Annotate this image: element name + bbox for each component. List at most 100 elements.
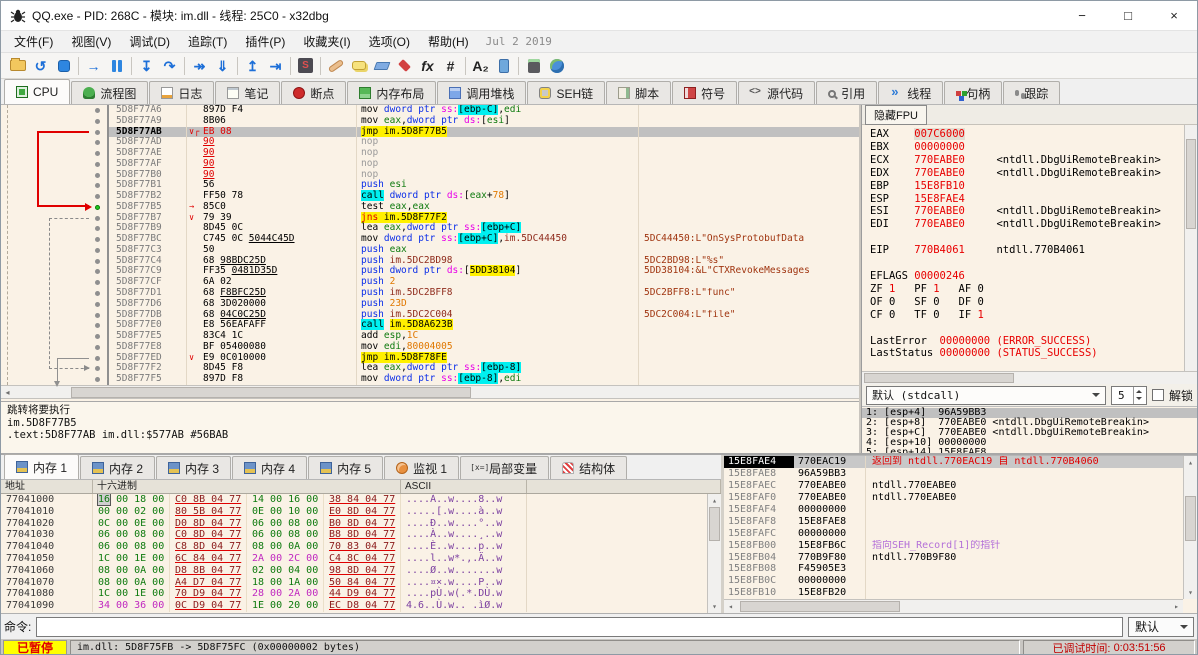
disassembly-pane[interactable]: 5D8F77A6 897D F4 mov dword ptr ss:[ebp-C],… <box>1 105 861 453</box>
trace-into-button[interactable]: ↠ <box>188 55 211 77</box>
scroll-thumb[interactable] <box>740 601 900 612</box>
scroll-down-icon[interactable]: ▾ <box>1184 586 1197 599</box>
register-line[interactable]: ECX 770EABE0 <ntdll.DbgUiRemoteBreakin> <box>870 154 1184 167</box>
memory-row[interactable]: 77041060 08 00 0A 00 D8 8B 04 77 02 00 04 0… <box>1 564 707 577</box>
stepper-down-icon[interactable] <box>1136 397 1143 403</box>
row-dot[interactable] <box>95 140 100 146</box>
tab-locals[interactable]: 局部变量 <box>460 456 550 479</box>
memory-row[interactable]: 77041080 1C 00 1E 00 70 D9 04 77 28 00 2A 0… <box>1 588 707 601</box>
stack-row[interactable]: 15E8FB04 770B9F80 ntdll.770B9F80 <box>724 551 1183 564</box>
functions-button[interactable]: fx <box>416 55 439 77</box>
register-line[interactable]: EBP 15E8FB10 <box>870 180 1184 193</box>
stepper-up-icon[interactable] <box>1136 387 1143 393</box>
scroll-left-icon[interactable]: ◂ <box>724 600 737 613</box>
tab-seh[interactable]: SEH链 <box>527 81 606 104</box>
run-button[interactable]: → <box>82 55 105 77</box>
memory-row[interactable]: 77041090 34 00 36 00 0C D9 04 77 1E 00 20 0… <box>1 600 707 612</box>
tab-script[interactable]: 脚本 <box>606 81 672 104</box>
scroll-down-icon[interactable]: ▾ <box>708 600 721 613</box>
close-button[interactable]: × <box>1151 1 1197 30</box>
hash-button[interactable]: # <box>439 55 462 77</box>
row-dot[interactable] <box>95 215 100 221</box>
tab-references[interactable]: 引用 <box>816 81 878 104</box>
disasm-row[interactable]: 5D8F77A9 8B06 mov eax,dword ptr ds:[esi] <box>1 115 859 127</box>
stack-row[interactable]: 15E8FAF4 00000000 <box>724 503 1183 516</box>
register-line[interactable]: EDI 770EABE0 <ntdll.DbgUiRemoteBreakin> <box>870 218 1184 231</box>
tab-memory-3[interactable]: 内存 3 <box>156 456 232 479</box>
stack-row[interactable]: 15E8FB08 F45905E3 <box>724 563 1183 576</box>
row-dot[interactable] <box>95 129 100 135</box>
registers-vscrollbar[interactable] <box>1184 125 1197 371</box>
unlock-checkbox[interactable] <box>1151 389 1164 401</box>
stack-row[interactable]: 15E8FB10 15E8FB20 <box>724 587 1183 599</box>
tab-handles[interactable]: 句柄 <box>944 81 1003 104</box>
tab-log[interactable]: 日志 <box>149 81 215 104</box>
tab-call-stack[interactable]: 调用堆栈 <box>437 81 527 104</box>
stepper-arrows[interactable] <box>1132 386 1145 404</box>
memory-row[interactable]: 77041010 00 00 02 00 80 5B 04 77 0E 00 10 0… <box>1 505 707 518</box>
register-line[interactable]: EBX 00000000 <box>870 141 1184 154</box>
stack-row[interactable]: 15E8FB0C 00000000 <box>724 575 1183 588</box>
scroll-thumb[interactable] <box>71 387 471 398</box>
scroll-up-icon[interactable]: ▴ <box>1184 456 1197 469</box>
row-dot[interactable] <box>95 344 100 350</box>
breakpoint-gutter[interactable] <box>1 115 109 127</box>
disassembly-hscrollbar[interactable]: ◂ <box>1 385 859 399</box>
pause-button[interactable] <box>105 55 128 77</box>
comments-button[interactable] <box>347 55 370 77</box>
menu-item-4[interactable]: 追踪(T) <box>179 31 236 52</box>
open-file-button[interactable] <box>6 55 29 77</box>
disasm-row[interactable]: 5D8F77F5 897D F8 mov dword ptr ss:[ebp-8],… <box>1 373 859 385</box>
tab-symbols[interactable]: 符号 <box>672 81 738 104</box>
row-dot[interactable] <box>95 237 100 243</box>
calling-convention-select[interactable]: 默认 (stdcall) <box>866 385 1106 405</box>
trace-over-button[interactable]: ⇓ <box>211 55 234 77</box>
disasm-row[interactable]: 5D8F77E8 BF 05400080 mov edi,80004005 <box>1 341 859 353</box>
register-line[interactable]: LastError 00000000 (ERROR_SUCCESS) <box>870 335 1184 348</box>
stack-row[interactable]: 15E8FAEC 770EABE0 ntdll.770EABE0 <box>724 479 1183 492</box>
register-line[interactable] <box>870 257 1184 270</box>
register-line[interactable]: EAX 007C6000 <box>870 128 1184 141</box>
tab-memory-5[interactable]: 内存 5 <box>308 456 384 479</box>
stack-hscrollbar[interactable]: ◂ ▸ <box>724 599 1183 613</box>
patches-button[interactable] <box>324 55 347 77</box>
stack-row[interactable]: 15E8FAE8 96A59BB3 <box>724 467 1183 480</box>
text-az-button[interactable]: A₂ <box>469 55 492 77</box>
register-line[interactable] <box>870 322 1184 335</box>
register-line[interactable]: OF 0 SF 0 DF 0 <box>870 296 1184 309</box>
memory-row[interactable]: 77041050 1C 00 1E 00 6C 84 04 77 2A 00 2C 0… <box>1 552 707 565</box>
argument-row[interactable]: 5: [esp+14] 15E8FAE8 <box>862 448 1197 453</box>
register-line[interactable]: ZF 1 PF 1 AF 0 <box>870 283 1184 296</box>
step-over-button[interactable]: ↷ <box>158 55 181 77</box>
row-dot[interactable] <box>95 118 100 124</box>
tab-source[interactable]: 源代码 <box>738 81 816 104</box>
stop-button[interactable] <box>52 55 75 77</box>
hide-fpu-button[interactable]: 隐藏FPU <box>865 104 927 125</box>
register-line[interactable] <box>870 231 1184 244</box>
scroll-thumb[interactable] <box>709 507 720 541</box>
row-dot[interactable] <box>95 226 100 232</box>
stack-pane[interactable]: 15E8FAE4 770EAC19 返回到 ntdll.770EAC19 自 ntd… <box>724 455 1197 613</box>
row-dot[interactable] <box>95 334 100 340</box>
step-into-button[interactable]: ↧ <box>135 55 158 77</box>
memory-dump-pane[interactable]: 内存 1 内存 2 内存 3 内存 4 内存 5 监视 1 局部变量 结构体 地址 十六进制 … <box>1 454 721 613</box>
menu-item-2[interactable]: 视图(V) <box>62 31 120 52</box>
menu-item-7[interactable]: 选项(O) <box>360 31 419 52</box>
memory-row[interactable]: 77041040 06 00 08 00 C8 8D 04 77 08 00 0A 0… <box>1 541 707 553</box>
tab-struct[interactable]: 结构体 <box>550 456 628 479</box>
scroll-thumb[interactable] <box>864 373 1014 383</box>
stack-row[interactable]: 15E8FAF0 770EABE0 ntdll.770EABE0 <box>724 491 1183 504</box>
scroll-thumb[interactable] <box>1185 496 1196 541</box>
disasm-row[interactable]: 5D8F77AF 90 nop <box>1 158 859 170</box>
stack-vscrollbar[interactable]: ▴ ▾ <box>1183 456 1197 599</box>
registers-pane[interactable]: 隐藏FPU EAX 007C6000 EBX 00000000 ECX 770EAB… <box>861 104 1197 453</box>
row-dot[interactable] <box>95 247 100 253</box>
scroll-thumb[interactable] <box>1186 139 1196 229</box>
row-dot[interactable] <box>95 108 100 113</box>
tab-memory-2[interactable]: 内存 2 <box>80 456 156 479</box>
tab-graph[interactable]: 流程图 <box>71 81 149 104</box>
row-dot[interactable] <box>95 366 100 372</box>
stack-row[interactable]: 15E8FAE4 770EAC19 返回到 ntdll.770EAC19 自 ntd… <box>724 456 1183 468</box>
stack-row[interactable]: 15E8FAF8 15E8FAE8 <box>724 515 1183 528</box>
row-dot[interactable] <box>95 355 100 361</box>
